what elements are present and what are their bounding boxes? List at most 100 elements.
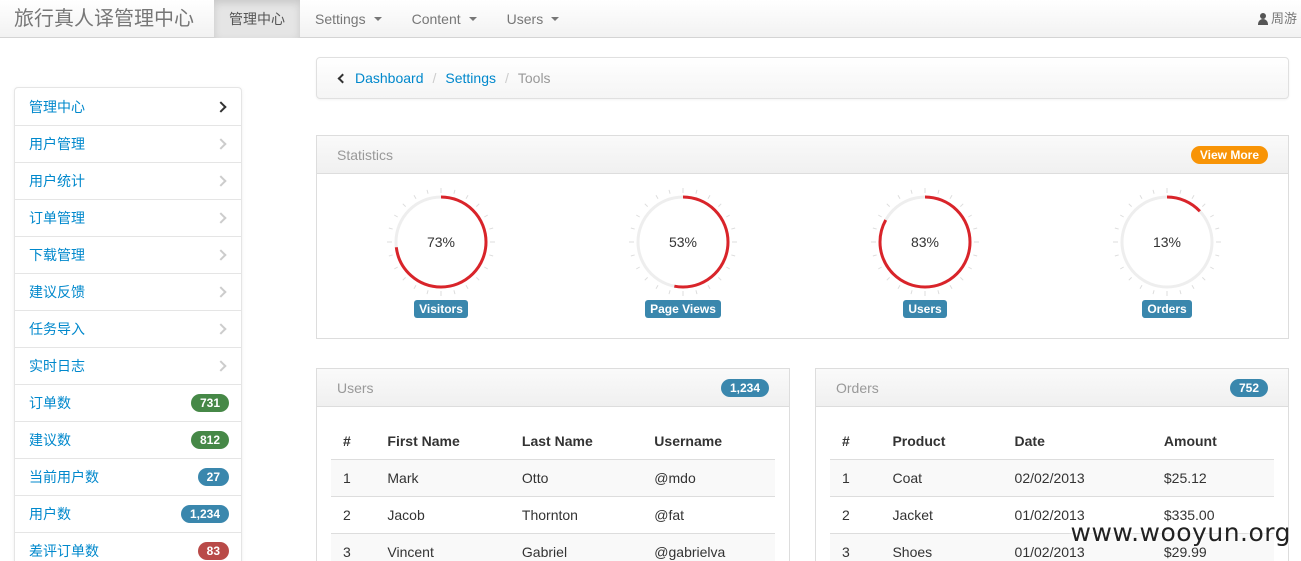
column-header: Last Name — [509, 422, 643, 460]
chevron-right-icon — [215, 138, 227, 150]
sidebar-item[interactable]: 管理中心 — [15, 88, 241, 125]
user-icon — [1257, 13, 1269, 25]
gauge-tick — [644, 277, 648, 281]
gauge-tick — [872, 227, 877, 230]
sidebar-item-label: 建议反馈 — [29, 284, 85, 300]
sidebar-item-label: 实时日志 — [29, 358, 85, 374]
sidebar-item[interactable]: 建议反馈 — [15, 273, 241, 310]
sidebar-item[interactable]: 订单管理 — [15, 199, 241, 236]
gauge-tick — [489, 254, 494, 257]
gauge-label: Users — [903, 300, 947, 318]
breadcrumb-separator: / — [504, 70, 509, 86]
sidebar-item[interactable]: 建议数 812 — [15, 421, 241, 458]
column-header: # — [331, 422, 376, 460]
gauge-tick — [877, 266, 882, 270]
table-cell: 1 — [830, 458, 881, 496]
gauge-tick — [1210, 266, 1215, 270]
breadcrumb-settings[interactable]: Settings — [445, 70, 496, 86]
gauge-tick — [1210, 214, 1215, 218]
table-cell: Jacob — [375, 495, 510, 533]
gauge-tick — [718, 277, 722, 281]
gauge-tick — [973, 227, 978, 230]
table-cell: 3 — [830, 532, 881, 561]
gauge-tick — [731, 254, 736, 257]
nav-item-users[interactable]: Users — [492, 0, 575, 38]
view-more-button[interactable]: View More — [1190, 145, 1268, 164]
gauge-tick — [960, 277, 964, 281]
gauge-tick — [453, 290, 456, 295]
table-cell: 2 — [830, 495, 881, 533]
sidebar-item[interactable]: 用户数 1,234 — [15, 495, 241, 532]
gauge-tick — [402, 203, 406, 207]
sidebar-item[interactable]: 下载管理 — [15, 236, 241, 273]
gauge-tick — [644, 203, 648, 207]
gauge-tick — [726, 214, 731, 218]
sidebar-item[interactable]: 订单数 731 — [15, 384, 241, 421]
gauge-tick — [453, 189, 456, 194]
gauge-tick — [968, 266, 973, 270]
sidebar-item[interactable]: 用户管理 — [15, 125, 241, 162]
sidebar-item[interactable]: 实时日志 — [15, 347, 241, 384]
chevron-right-icon — [215, 249, 227, 261]
gauge-value: 83% — [911, 234, 939, 250]
gauge-tick — [1139, 285, 1143, 290]
sidebar-item[interactable]: 当前用户数 27 — [15, 458, 241, 495]
gauge-tick — [630, 227, 635, 230]
users-table: # First Name Last Name Username 1 Mark Otto @m… — [331, 422, 775, 561]
users-panel: Users 1,234 # First Name Last Name Username… — [316, 368, 790, 561]
statistics-panel: Statistics View More 73% Visitors 53% Page … — [316, 135, 1289, 339]
gauge-tick — [465, 194, 469, 199]
gauge-tick — [886, 203, 890, 207]
gauge-tick — [1152, 189, 1155, 194]
table-row: 3 Vincent Gabriel @gabrielva — [331, 532, 775, 561]
gauge-tick — [655, 285, 659, 290]
sidebar-item-label: 管理中心 — [29, 98, 85, 115]
sidebar-item[interactable]: 任务导入 — [15, 310, 241, 347]
gauge-tick — [1119, 266, 1124, 270]
sidebar-item[interactable]: 差评订单数 83 — [15, 532, 241, 561]
count-badge: 27 — [197, 468, 229, 486]
table-cell: Otto — [509, 458, 643, 496]
gauge-tick — [630, 254, 635, 257]
gauge-chart: 13% — [1113, 188, 1221, 296]
gauge-tick — [402, 277, 406, 281]
nav-item-admin[interactable]: 管理中心 — [214, 0, 300, 38]
gauge-tick — [476, 277, 480, 281]
table-cell: 1 — [331, 458, 376, 496]
brand-title[interactable]: 旅行真人译管理中心 — [0, 0, 214, 38]
gauge-tick — [949, 285, 953, 290]
gauge-tick — [937, 189, 940, 194]
gauge-tick — [718, 203, 722, 207]
nav-item-content[interactable]: Content — [397, 0, 492, 38]
count-badge: 731 — [190, 394, 229, 412]
gauge-tick — [1114, 254, 1119, 257]
caret-down-icon — [468, 16, 477, 21]
table-header-row: # First Name Last Name Username — [331, 422, 775, 460]
sidebar-item[interactable]: 用户统计 — [15, 162, 241, 199]
statistics-title: Statistics — [337, 146, 394, 163]
chevron-left-icon[interactable] — [337, 73, 348, 83]
user-menu[interactable]: 周游 — [1257, 0, 1301, 38]
breadcrumb-dashboard[interactable]: Dashboard — [355, 70, 424, 86]
sidebar-menu: 管理中心用户管理 用户统计 订单管理下载管理建议反馈任务导入实时日志订单数 731 建议… — [14, 87, 242, 561]
gauge-tick — [476, 203, 480, 207]
gauge-tick — [1128, 277, 1132, 281]
gauge-tick — [388, 227, 393, 230]
chevron-right-icon — [215, 175, 227, 187]
nav-item-settings[interactable]: Settings — [300, 0, 397, 38]
table-cell: Shoes — [880, 532, 1003, 561]
count-badge: 83 — [197, 542, 229, 560]
table-cell: Gabriel — [509, 532, 643, 561]
table-row: 2 Jacob Thornton @fat — [331, 495, 775, 533]
gauge-tick — [707, 285, 711, 290]
table-cell: @mdo — [642, 458, 775, 496]
column-header: Product — [880, 422, 1003, 460]
table-cell: Mark — [375, 458, 510, 496]
sidebar-item-label: 下载管理 — [29, 247, 85, 263]
count-badge: 812 — [190, 431, 229, 449]
gauge-tick — [1202, 203, 1206, 207]
gauge-visitors: 73% Visitors — [381, 186, 501, 318]
table-cell: @gabrielva — [642, 532, 775, 561]
sidebar-item-label: 当前用户数 — [29, 469, 99, 485]
gauge-tick — [465, 285, 469, 290]
